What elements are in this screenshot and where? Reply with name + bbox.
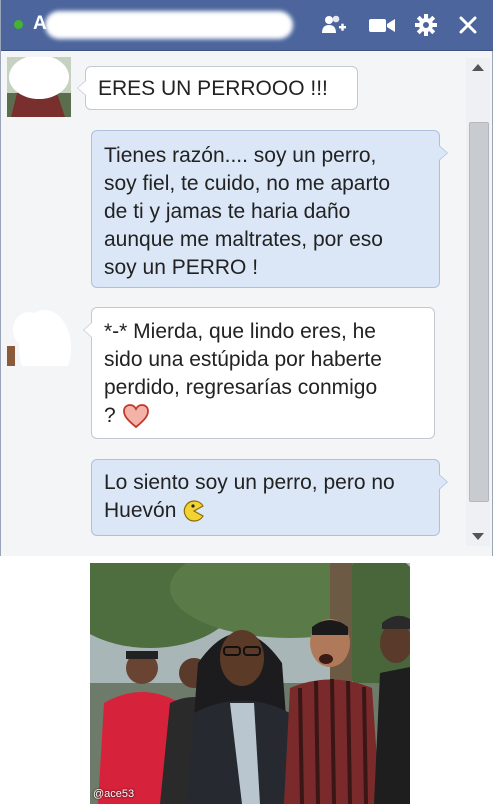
message-line: *-* Mierda, que lindo eres, he <box>104 320 376 343</box>
watermark: @ace53 <box>93 788 135 800</box>
message-line: perdido, regresarías conmigo <box>104 376 378 399</box>
scroll-up-arrow-icon[interactable] <box>472 64 484 71</box>
message-line: soy un PERRO ! <box>104 256 259 279</box>
online-status-dot <box>14 20 23 29</box>
message-bubble-incoming: ERES UN PERROOO !!! <box>77 66 358 110</box>
message-text: ERES UN PERROOO !!! <box>98 77 328 100</box>
close-icon[interactable] <box>453 10 483 40</box>
message-line: Huevón <box>104 499 177 522</box>
message-line: Tienes razón.... soy un perro, <box>104 144 377 167</box>
message-bubble-outgoing: Tienes razón.... soy un perro, soy fiel,… <box>91 130 448 288</box>
name-redaction <box>45 11 293 39</box>
heart-emoji <box>122 403 150 429</box>
add-friend-icon[interactable] <box>319 10 349 40</box>
message-bubble-incoming: *-* Mierda, que lindo eres, he sido una … <box>83 307 435 439</box>
video-call-icon[interactable] <box>367 10 397 40</box>
gear-icon[interactable] <box>411 10 441 40</box>
chat-window: A ERES UN PERROOO !!! Tienes razón.... s… <box>0 0 493 556</box>
pacman-emoji <box>182 499 206 523</box>
message-line: ? <box>104 404 116 427</box>
scroll-thumb[interactable] <box>469 122 489 502</box>
message-line: aunque me maltrates, por eso <box>104 228 383 251</box>
chat-scrollbar[interactable] <box>466 58 490 546</box>
contact-avatar[interactable] <box>7 306 71 366</box>
message-line: Lo siento soy un perro, pero no <box>104 471 395 494</box>
reaction-image: @ace53 <box>90 563 410 804</box>
message-bubble-outgoing: Lo siento soy un perro, pero no Huevón <box>91 459 448 536</box>
contact-avatar[interactable] <box>7 57 71 117</box>
message-line: sido una estúpida por haberte <box>104 348 382 371</box>
chat-titlebar[interactable]: A <box>1 0 493 51</box>
message-line: de ti y jamas te haria daño <box>104 200 351 223</box>
scroll-down-arrow-icon[interactable] <box>472 533 484 540</box>
message-line: soy fiel, te cuido, no me aparto <box>104 172 390 195</box>
